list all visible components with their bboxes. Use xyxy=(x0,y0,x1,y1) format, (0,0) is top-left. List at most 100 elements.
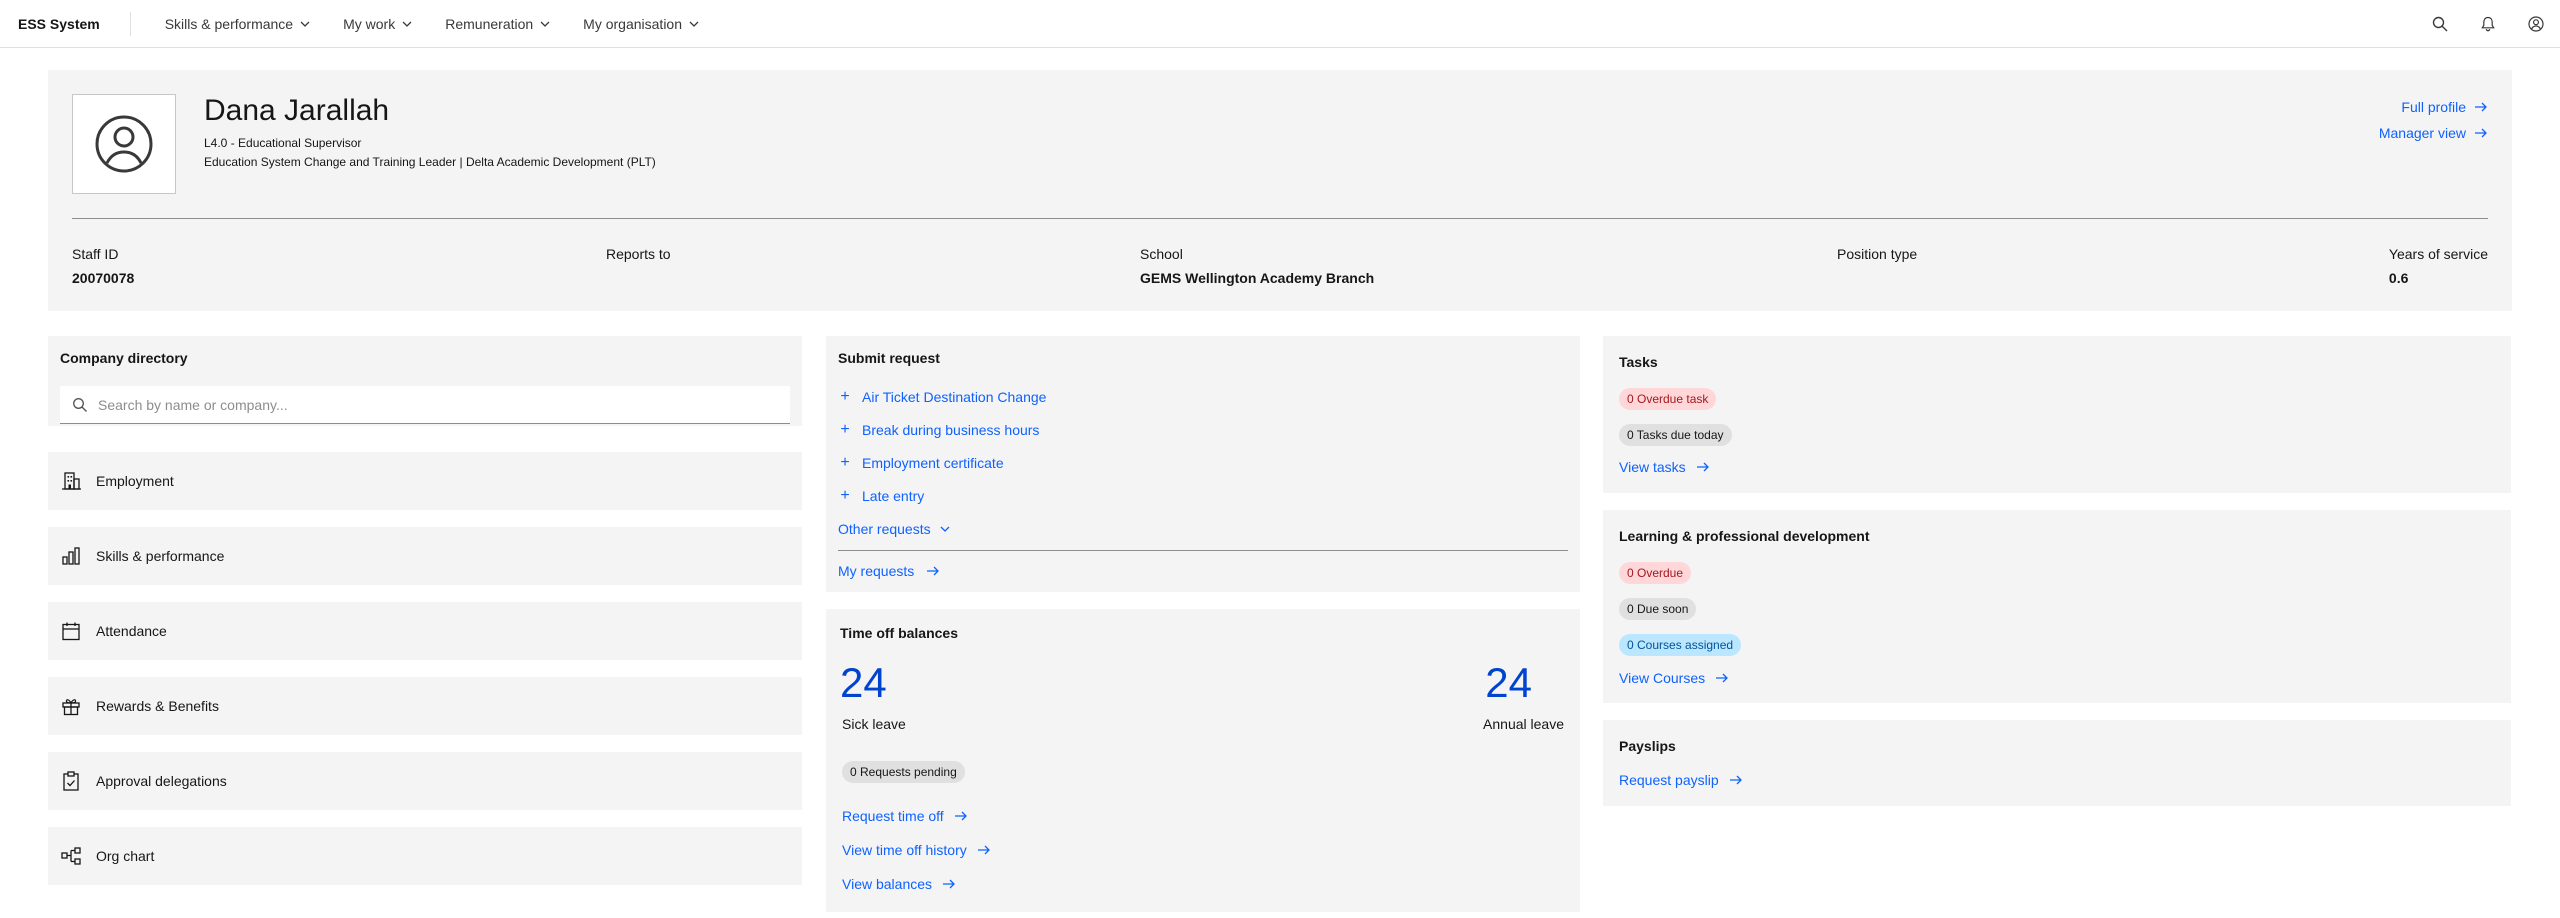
request-item-air-ticket[interactable]: + Air Ticket Destination Change xyxy=(838,380,1046,413)
other-requests-label: Other requests xyxy=(838,520,931,537)
profile-department: Education System Change and Training Lea… xyxy=(204,155,656,169)
arrow-right-icon xyxy=(1696,462,1709,472)
request-item-label: Late entry xyxy=(862,487,925,504)
nav-skills-performance[interactable]: Skills & performance xyxy=(149,0,327,48)
stat-label: Staff ID xyxy=(72,246,119,262)
request-divider xyxy=(838,550,1568,551)
arrow-right-icon xyxy=(2475,102,2487,112)
link-label: View tasks xyxy=(1619,459,1686,475)
header-actions xyxy=(2416,0,2560,48)
profile-links: Full profile Manager view xyxy=(2379,94,2488,146)
bar-chart-icon xyxy=(62,547,80,565)
profile-divider xyxy=(72,218,2488,219)
directory-item-employment[interactable]: Employment xyxy=(48,452,802,510)
top-navigation: ESS System Skills & performance My work … xyxy=(0,0,2560,48)
directory-item-org-chart[interactable]: Org chart xyxy=(48,827,802,885)
requests-pending-tag: 0 Requests pending xyxy=(842,761,965,783)
plus-icon: + xyxy=(840,420,850,438)
search-icon xyxy=(73,397,87,412)
app-title[interactable]: ESS System xyxy=(0,0,130,48)
tasks-due-today-tag: 0 Tasks due today xyxy=(1619,424,1732,446)
search-input[interactable] xyxy=(98,396,778,413)
nav-remuneration[interactable]: Remuneration xyxy=(429,0,567,48)
chevron-down-icon xyxy=(540,21,550,27)
stat-label: Years of service xyxy=(2388,246,2488,262)
nav-my-work[interactable]: My work xyxy=(327,0,429,48)
directory-item-attendance[interactable]: Attendance xyxy=(48,602,802,660)
due-soon-tag: 0 Due soon xyxy=(1619,598,1697,620)
view-courses-link[interactable]: View Courses xyxy=(1619,670,1729,686)
company-directory-card: Company directory xyxy=(48,336,802,426)
profile-name: Dana Jarallah xyxy=(204,94,390,127)
notification-icon xyxy=(2481,16,2495,32)
stat-value: 0.6 xyxy=(2388,270,2409,286)
learning-development-card: Learning & professional development 0 Ov… xyxy=(1603,510,2511,703)
link-label: View time off history xyxy=(842,842,967,858)
nav-label: My work xyxy=(343,15,396,32)
link-label: My requests xyxy=(838,563,915,579)
chevron-down-icon xyxy=(940,526,950,532)
building-icon xyxy=(62,472,81,490)
directory-item-label: Employment xyxy=(96,473,174,489)
view-time-off-history-link[interactable]: View time off history xyxy=(842,842,991,858)
request-list: + Air Ticket Destination Change + Break … xyxy=(838,380,1046,545)
overdue-tag: 0 Overdue xyxy=(1619,562,1692,584)
directory-item-skills-performance[interactable]: Skills & performance xyxy=(48,527,802,585)
plus-icon: + xyxy=(840,387,850,405)
notifications-button[interactable] xyxy=(2464,0,2512,48)
annual-leave-label: Annual leave xyxy=(1483,716,1564,732)
profile-header: Dana Jarallah L4.0 - Educational Supervi… xyxy=(48,70,2512,311)
view-tasks-link[interactable]: View tasks xyxy=(1619,459,1710,475)
search-icon xyxy=(2432,16,2448,32)
plus-icon: + xyxy=(840,486,850,504)
arrow-right-icon xyxy=(943,879,955,889)
request-item-break[interactable]: + Break during business hours xyxy=(838,413,1046,446)
link-label: View balances xyxy=(842,876,933,892)
profile-role: L4.0 - Educational Supervisor xyxy=(204,136,362,150)
card-title: Submit request xyxy=(838,350,940,366)
nav-my-organisation[interactable]: My organisation xyxy=(567,0,716,48)
directory-item-label: Attendance xyxy=(96,623,167,639)
other-requests-dropdown[interactable]: Other requests xyxy=(838,512,1046,545)
sick-leave-balance: 24 xyxy=(840,659,887,706)
org-chart-icon xyxy=(61,847,81,865)
overdue-task-tag: 0 Overdue task xyxy=(1619,388,1717,410)
my-requests-link[interactable]: My requests xyxy=(838,560,940,582)
submit-request-card: Submit request + Air Ticket Destination … xyxy=(826,336,1580,592)
directory-item-rewards-benefits[interactable]: Rewards & Benefits xyxy=(48,677,802,735)
directory-item-label: Skills & performance xyxy=(96,548,225,564)
arrow-right-icon xyxy=(977,845,990,855)
link-label: View Courses xyxy=(1619,670,1706,686)
chevron-down-icon xyxy=(689,21,699,27)
full-profile-link[interactable]: Full profile xyxy=(2379,94,2488,120)
stat-position-type: Position type xyxy=(1837,246,1917,270)
courses-assigned-tag: 0 Courses assigned xyxy=(1619,634,1742,656)
directory-item-label: Approval delegations xyxy=(96,773,227,789)
stat-value: 20070078 xyxy=(72,270,135,286)
directory-search xyxy=(60,386,790,424)
user-avatar-icon xyxy=(2528,16,2544,32)
directory-item-approval-delegations[interactable]: Approval delegations xyxy=(48,752,802,810)
tasks-card: Tasks 0 Overdue task 0 Tasks due today V… xyxy=(1603,336,2511,493)
plus-icon: + xyxy=(840,453,850,471)
user-avatar-icon xyxy=(95,115,153,173)
gift-icon xyxy=(62,699,80,716)
card-title: Tasks xyxy=(1619,354,1658,370)
card-title: Company directory xyxy=(60,350,188,366)
manager-view-link[interactable]: Manager view xyxy=(2379,120,2488,146)
link-label: Full profile xyxy=(2401,99,2466,115)
search-button[interactable] xyxy=(2416,0,2464,48)
request-payslip-link[interactable]: Request payslip xyxy=(1619,772,1743,788)
arrow-right-icon xyxy=(2475,128,2487,138)
clipboard-icon xyxy=(63,771,79,791)
stat-value: GEMS Wellington Academy Branch xyxy=(1140,270,1375,286)
request-item-employment-certificate[interactable]: + Employment certificate xyxy=(838,446,1046,479)
request-item-late-entry[interactable]: + Late entry xyxy=(838,479,1046,512)
view-balances-link[interactable]: View balances xyxy=(842,876,956,892)
request-time-off-link[interactable]: Request time off xyxy=(842,808,968,824)
link-label: Manager view xyxy=(2378,125,2466,141)
chevron-down-icon xyxy=(402,21,412,27)
annual-leave-balance: 24 xyxy=(1485,659,1532,706)
calendar-icon xyxy=(62,622,80,641)
user-menu-button[interactable] xyxy=(2512,0,2560,48)
